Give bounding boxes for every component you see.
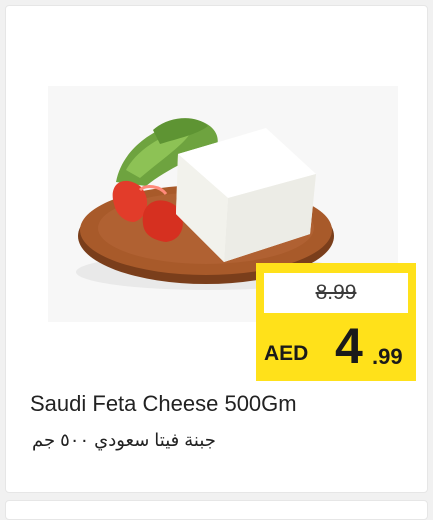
old-price: 8.99 <box>315 281 357 304</box>
price-major: 4 <box>335 318 363 374</box>
product-card[interactable]: 8.99 AED 4 .99 Saudi Feta Cheese 500Gm ج… <box>5 5 428 493</box>
currency-label: AED <box>264 342 309 365</box>
next-product-card[interactable] <box>5 500 428 520</box>
product-name-ar[interactable]: جبنة فيتا سعودي ٥٠٠ جم <box>32 430 216 451</box>
old-price-box: 8.99 <box>264 273 408 313</box>
price-tag: 8.99 AED 4 .99 <box>256 263 416 381</box>
product-name-en[interactable]: Saudi Feta Cheese 500Gm <box>30 391 297 417</box>
price-minor: .99 <box>372 344 403 369</box>
